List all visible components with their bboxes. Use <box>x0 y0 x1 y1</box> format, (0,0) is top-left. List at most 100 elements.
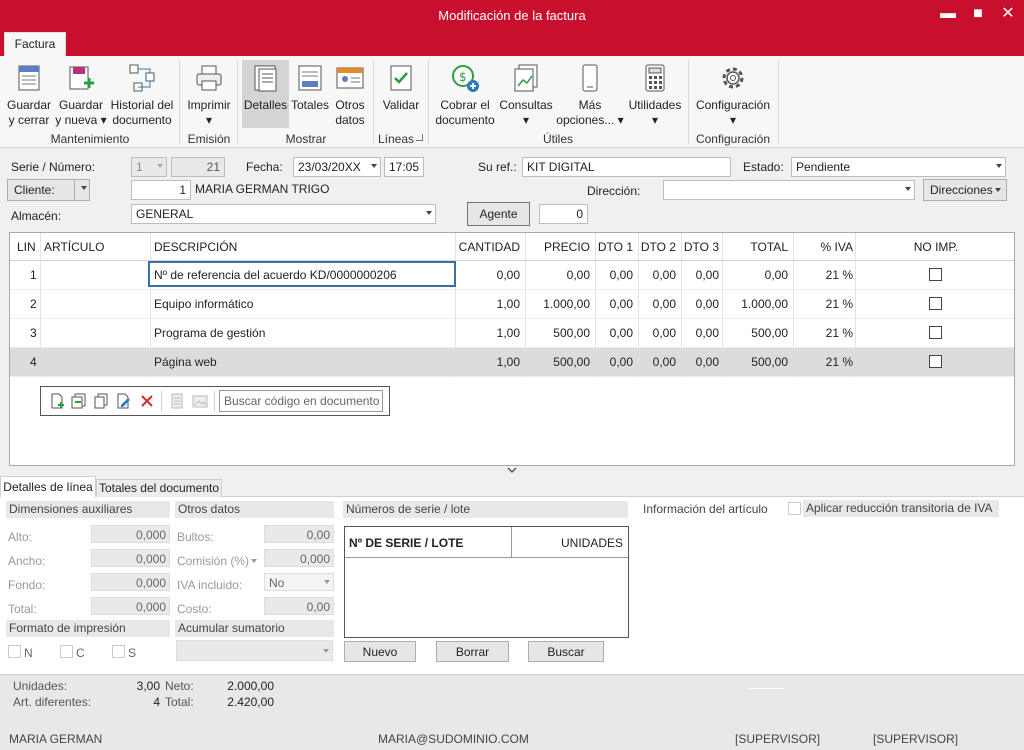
iva-incluido-select[interactable]: No <box>264 573 334 591</box>
total-dim-field[interactable]: 0,000 <box>91 597 170 615</box>
guardar-cerrar-button[interactable]: Guardar y cerrar <box>4 62 54 128</box>
comision-field[interactable]: 0,000 <box>264 549 334 567</box>
close-button[interactable]: ✕ <box>996 5 1020 25</box>
cell-cantidad[interactable]: 1,00 <box>455 319 520 347</box>
col-descripcion[interactable]: DESCRIPCIÓN <box>154 233 237 261</box>
cell-iva[interactable]: 21 % <box>793 348 853 376</box>
costo-field[interactable]: 0,00 <box>264 597 334 615</box>
comision-dropdown[interactable] <box>248 555 260 567</box>
cell-dto2[interactable]: 0,00 <box>638 290 676 318</box>
serie-select[interactable]: 1 <box>131 157 167 177</box>
delete-line-icon[interactable] <box>139 393 155 409</box>
table-row[interactable]: 1 Nº de referencia del acuerdo KD/000000… <box>10 261 1014 290</box>
cell-iva[interactable]: 21 % <box>793 319 853 347</box>
configuracion-button[interactable]: Configuración ▾ <box>692 62 774 128</box>
cliente-button[interactable]: Cliente: <box>7 179 90 201</box>
buscar-button[interactable]: Buscar <box>528 641 604 662</box>
consultas-button[interactable]: Consultas ▾ <box>498 62 554 128</box>
cell-precio[interactable]: 1.000,00 <box>525 290 590 318</box>
fecha-field[interactable]: 23/03/20XX <box>293 157 381 177</box>
validar-button[interactable]: Validar <box>378 62 424 113</box>
noimp-checkbox[interactable] <box>929 355 942 368</box>
chevron-down-icon[interactable] <box>506 466 518 474</box>
mas-opciones-button[interactable]: Más opciones... ▾ <box>556 62 624 128</box>
direcciones-button[interactable]: Direcciones <box>923 179 1007 201</box>
col-lin[interactable]: LIN <box>17 233 36 261</box>
cell-dto1[interactable]: 0,00 <box>595 261 633 289</box>
imprimir-button[interactable]: Imprimir ▾ <box>184 62 234 128</box>
cell-iva[interactable]: 21 % <box>793 290 853 318</box>
guardar-nueva-button[interactable]: Guardar y nueva ▾ <box>54 62 108 128</box>
otros-datos-button[interactable]: Otros datos <box>331 62 369 128</box>
fmt-n-checkbox[interactable] <box>8 645 21 658</box>
alto-field[interactable]: 0,000 <box>91 525 170 543</box>
cliente-code-field[interactable]: 1 <box>131 180 191 200</box>
cobrar-button[interactable]: $ Cobrar el documento <box>434 62 496 128</box>
cell-dto3[interactable]: 0,00 <box>681 319 719 347</box>
cell-dto1[interactable]: 0,00 <box>595 348 633 376</box>
agente-field[interactable]: 0 <box>539 204 588 224</box>
hora-field[interactable]: 17:05 <box>384 157 424 177</box>
borrar-button[interactable]: Borrar <box>436 641 509 662</box>
noimp-checkbox[interactable] <box>929 268 942 281</box>
new-line-icon[interactable] <box>49 393 65 409</box>
fmt-s-checkbox[interactable] <box>112 645 125 658</box>
col-iva[interactable]: % IVA <box>793 233 853 261</box>
cell-iva[interactable]: 21 % <box>793 261 853 289</box>
noimp-checkbox[interactable] <box>929 326 942 339</box>
totales-button[interactable]: Totales <box>289 62 331 113</box>
table-row[interactable]: 2 Equipo informático 1,00 1.000,00 0,00 … <box>10 290 1014 319</box>
cell-dto3[interactable]: 0,00 <box>681 348 719 376</box>
cell-dto3[interactable]: 0,00 <box>681 290 719 318</box>
estado-select[interactable]: Pendiente <box>791 157 1006 177</box>
cell-descripcion[interactable]: Página web <box>154 348 217 376</box>
col-dto2[interactable]: DTO 2 <box>638 233 676 261</box>
numero-field[interactable]: 21 <box>171 157 225 177</box>
cell-precio[interactable]: 0,00 <box>525 261 590 289</box>
col-dto3[interactable]: DTO 3 <box>681 233 719 261</box>
direccion-select[interactable] <box>663 180 915 200</box>
col-precio[interactable]: PRECIO <box>525 233 590 261</box>
acumular-select[interactable] <box>176 640 333 661</box>
almacen-select[interactable]: GENERAL <box>131 204 436 224</box>
cell-descripcion[interactable]: Nº de referencia del acuerdo KD/00000002… <box>154 261 397 289</box>
copy-line-icon[interactable] <box>93 393 109 409</box>
suref-field[interactable]: KIT DIGITAL <box>522 157 731 177</box>
maximize-button[interactable]: ■ <box>966 5 990 25</box>
cell-dto2[interactable]: 0,00 <box>638 261 676 289</box>
nuevo-button[interactable]: Nuevo <box>344 641 416 662</box>
table-row[interactable]: 3 Programa de gestión 1,00 500,00 0,00 0… <box>10 319 1014 348</box>
fmt-c-checkbox[interactable] <box>60 645 73 658</box>
tab-detalles-linea[interactable]: Detalles de línea <box>0 476 96 497</box>
tab-factura[interactable]: Factura <box>4 32 66 57</box>
cell-dto1[interactable]: 0,00 <box>595 290 633 318</box>
cell-precio[interactable]: 500,00 <box>525 348 590 376</box>
cell-cantidad[interactable]: 0,00 <box>455 261 520 289</box>
detalles-button[interactable]: Detalles <box>242 62 289 113</box>
reduccion-iva-checkbox[interactable] <box>788 502 801 515</box>
insert-line-icon[interactable] <box>71 393 87 409</box>
tab-totales-documento[interactable]: Totales del documento <box>96 479 222 497</box>
cell-dto1[interactable]: 0,00 <box>595 319 633 347</box>
cell-precio[interactable]: 500,00 <box>525 319 590 347</box>
col-dto1[interactable]: DTO 1 <box>595 233 633 261</box>
noimp-checkbox[interactable] <box>929 297 942 310</box>
cell-cantidad[interactable]: 1,00 <box>455 290 520 318</box>
buscar-codigo-input[interactable]: Buscar código en documento <box>219 390 383 412</box>
col-noimp[interactable]: NO IMP. <box>858 233 1014 261</box>
cell-descripcion[interactable]: Equipo informático <box>154 290 253 318</box>
launcher-icon[interactable] <box>416 134 423 141</box>
cell-dto2[interactable]: 0,00 <box>638 348 676 376</box>
ancho-field[interactable]: 0,000 <box>91 549 170 567</box>
col-cantidad[interactable]: CANTIDAD <box>455 233 520 261</box>
bultos-field[interactable]: 0,00 <box>264 525 334 543</box>
cell-descripcion[interactable]: Programa de gestión <box>154 319 265 347</box>
table-row-selected[interactable]: 4 Página web 1,00 500,00 0,00 0,00 0,00 … <box>10 348 1014 377</box>
agente-button[interactable]: Agente <box>467 202 530 226</box>
cell-cantidad[interactable]: 1,00 <box>455 348 520 376</box>
cell-dto2[interactable]: 0,00 <box>638 319 676 347</box>
col-articulo[interactable]: ARTÍCULO <box>44 233 104 261</box>
historial-button[interactable]: Historial del documento <box>108 62 176 128</box>
edit-line-icon[interactable] <box>115 393 131 409</box>
utilidades-button[interactable]: Utilidades ▾ <box>626 62 684 128</box>
